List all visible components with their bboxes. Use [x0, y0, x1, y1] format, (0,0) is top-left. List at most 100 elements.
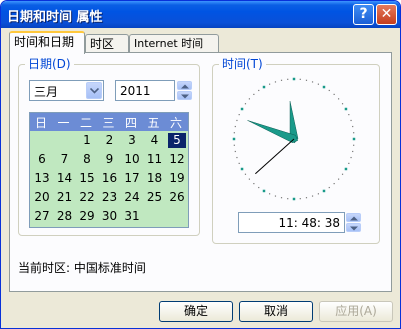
calendar-day[interactable]: 31: [123, 209, 141, 224]
calendar-day[interactable]: 2: [101, 133, 119, 148]
year-input[interactable]: 2011: [115, 80, 175, 101]
second-hand: [255, 138, 295, 175]
minute-tick: [236, 156, 238, 159]
calendar-day[interactable]: 21: [56, 190, 74, 205]
calendar-day[interactable]: 14: [56, 171, 74, 186]
minute-tick: [238, 113, 240, 116]
minute-tick: [311, 81, 314, 83]
timezone-value: 中国标准时间: [73, 261, 146, 275]
hour-tick: [344, 167, 348, 171]
minute-tick: [274, 195, 277, 197]
calendar-day[interactable]: 7: [56, 152, 74, 167]
minute-tick: [328, 89, 330, 92]
calendar-day[interactable]: 3: [123, 133, 141, 148]
calendar-day[interactable]: 5: [168, 133, 186, 148]
arrow-down-icon: [181, 94, 189, 99]
time-down-button[interactable]: [346, 223, 361, 232]
minute-tick: [333, 93, 335, 96]
arrow-up-icon: [350, 216, 358, 221]
calendar-day[interactable]: 11: [146, 152, 164, 167]
minute-tick: [328, 186, 330, 189]
calendar-day[interactable]: 9: [101, 152, 119, 167]
year-spinner[interactable]: [177, 81, 192, 100]
year-up-button[interactable]: [177, 81, 192, 90]
minute-tick: [348, 162, 350, 165]
calendar-day[interactable]: 29: [78, 209, 96, 224]
close-button[interactable]: ✕: [376, 4, 397, 25]
tab-timezone[interactable]: 时区: [85, 34, 129, 54]
calendar-day[interactable]: 8: [78, 152, 96, 167]
minute-tick: [341, 103, 344, 105]
minute-tick: [248, 98, 251, 100]
month-select[interactable]: 三月: [29, 80, 104, 101]
minute-tick: [353, 144, 355, 146]
calendar-day[interactable]: 1: [78, 133, 96, 148]
calendar-day[interactable]: 10: [123, 152, 141, 167]
calendar-day[interactable]: 13: [33, 171, 51, 186]
arrow-up-icon: [181, 84, 189, 89]
minute-tick: [317, 83, 320, 85]
year-down-button[interactable]: [177, 91, 192, 100]
minute-tick: [350, 119, 352, 122]
apply-button[interactable]: 应用(A): [319, 301, 393, 322]
minute-tick: [337, 178, 340, 180]
calendar-day[interactable]: 6: [33, 152, 51, 167]
arrow-down-icon: [350, 226, 358, 231]
calendar-day[interactable]: 15: [78, 171, 96, 186]
help-button[interactable]: ?: [353, 4, 374, 25]
time-spinner[interactable]: [346, 213, 361, 232]
ok-button[interactable]: 确定: [159, 301, 233, 322]
calendar-day[interactable]: 22: [78, 190, 96, 205]
cancel-button[interactable]: 取消: [239, 301, 313, 322]
weekday-label: 日: [34, 116, 47, 130]
minute-tick: [258, 89, 260, 92]
hour-tick: [352, 137, 356, 141]
minute-tick: [299, 78, 301, 80]
minute-tick: [280, 197, 283, 199]
hour-tick: [240, 167, 244, 171]
minute-tick: [287, 198, 289, 200]
minute-tick: [350, 156, 352, 159]
title-bar[interactable]: 日期和时间 属性 ? ✕: [1, 1, 400, 28]
calendar-day[interactable]: 23: [101, 190, 119, 205]
weekday-label: 一: [57, 116, 70, 130]
date-group-title: 日期(D): [25, 57, 74, 71]
minute-tick: [238, 162, 240, 165]
minute-tick: [233, 132, 235, 134]
calendar-day[interactable]: 16: [101, 171, 119, 186]
calendar-day[interactable]: 25: [146, 190, 164, 205]
calendar-day[interactable]: 20: [33, 190, 51, 205]
hour-tick: [262, 85, 266, 89]
tab-internet-time[interactable]: Internet 时间: [129, 34, 219, 54]
calendar-day[interactable]: 19: [168, 171, 186, 186]
minute-tick: [348, 113, 350, 116]
minute-tick: [268, 193, 271, 195]
calendar-day[interactable]: 24: [123, 190, 141, 205]
minute-tick: [234, 125, 236, 128]
month-dropdown-button[interactable]: [86, 82, 102, 99]
timezone-label: 当前时区:: [18, 261, 71, 275]
year-value: 2011: [120, 84, 151, 98]
hour-tick: [292, 77, 296, 81]
calendar-day[interactable]: 12: [168, 152, 186, 167]
minute-tick: [299, 198, 301, 200]
help-icon: ?: [359, 6, 368, 22]
minute-tick: [352, 125, 354, 128]
calendar-day[interactable]: 28: [56, 209, 74, 224]
calendar-grid[interactable]: 日一二三四五六 1 2 3 4 5 6 7 8 9 10 11 12 13 14 15 16 17 18 19 20 2…: [29, 112, 189, 228]
hour-tick: [322, 85, 326, 89]
minute-tick: [305, 197, 308, 199]
tab-time-and-date[interactable]: 时间和日期: [9, 31, 85, 54]
chevron-down-icon: [90, 88, 99, 94]
time-up-button[interactable]: [346, 213, 361, 222]
minute-tick: [353, 132, 355, 134]
calendar-day[interactable]: 18: [146, 171, 164, 186]
calendar-day[interactable]: 4: [146, 133, 164, 148]
minute-tick: [244, 173, 247, 175]
minute-tick: [333, 182, 335, 185]
time-input[interactable]: 11: 48: 38: [238, 212, 345, 233]
calendar-day[interactable]: 26: [168, 190, 186, 205]
calendar-day[interactable]: 30: [101, 209, 119, 224]
calendar-day[interactable]: 17: [123, 171, 141, 186]
calendar-day[interactable]: 27: [33, 209, 51, 224]
